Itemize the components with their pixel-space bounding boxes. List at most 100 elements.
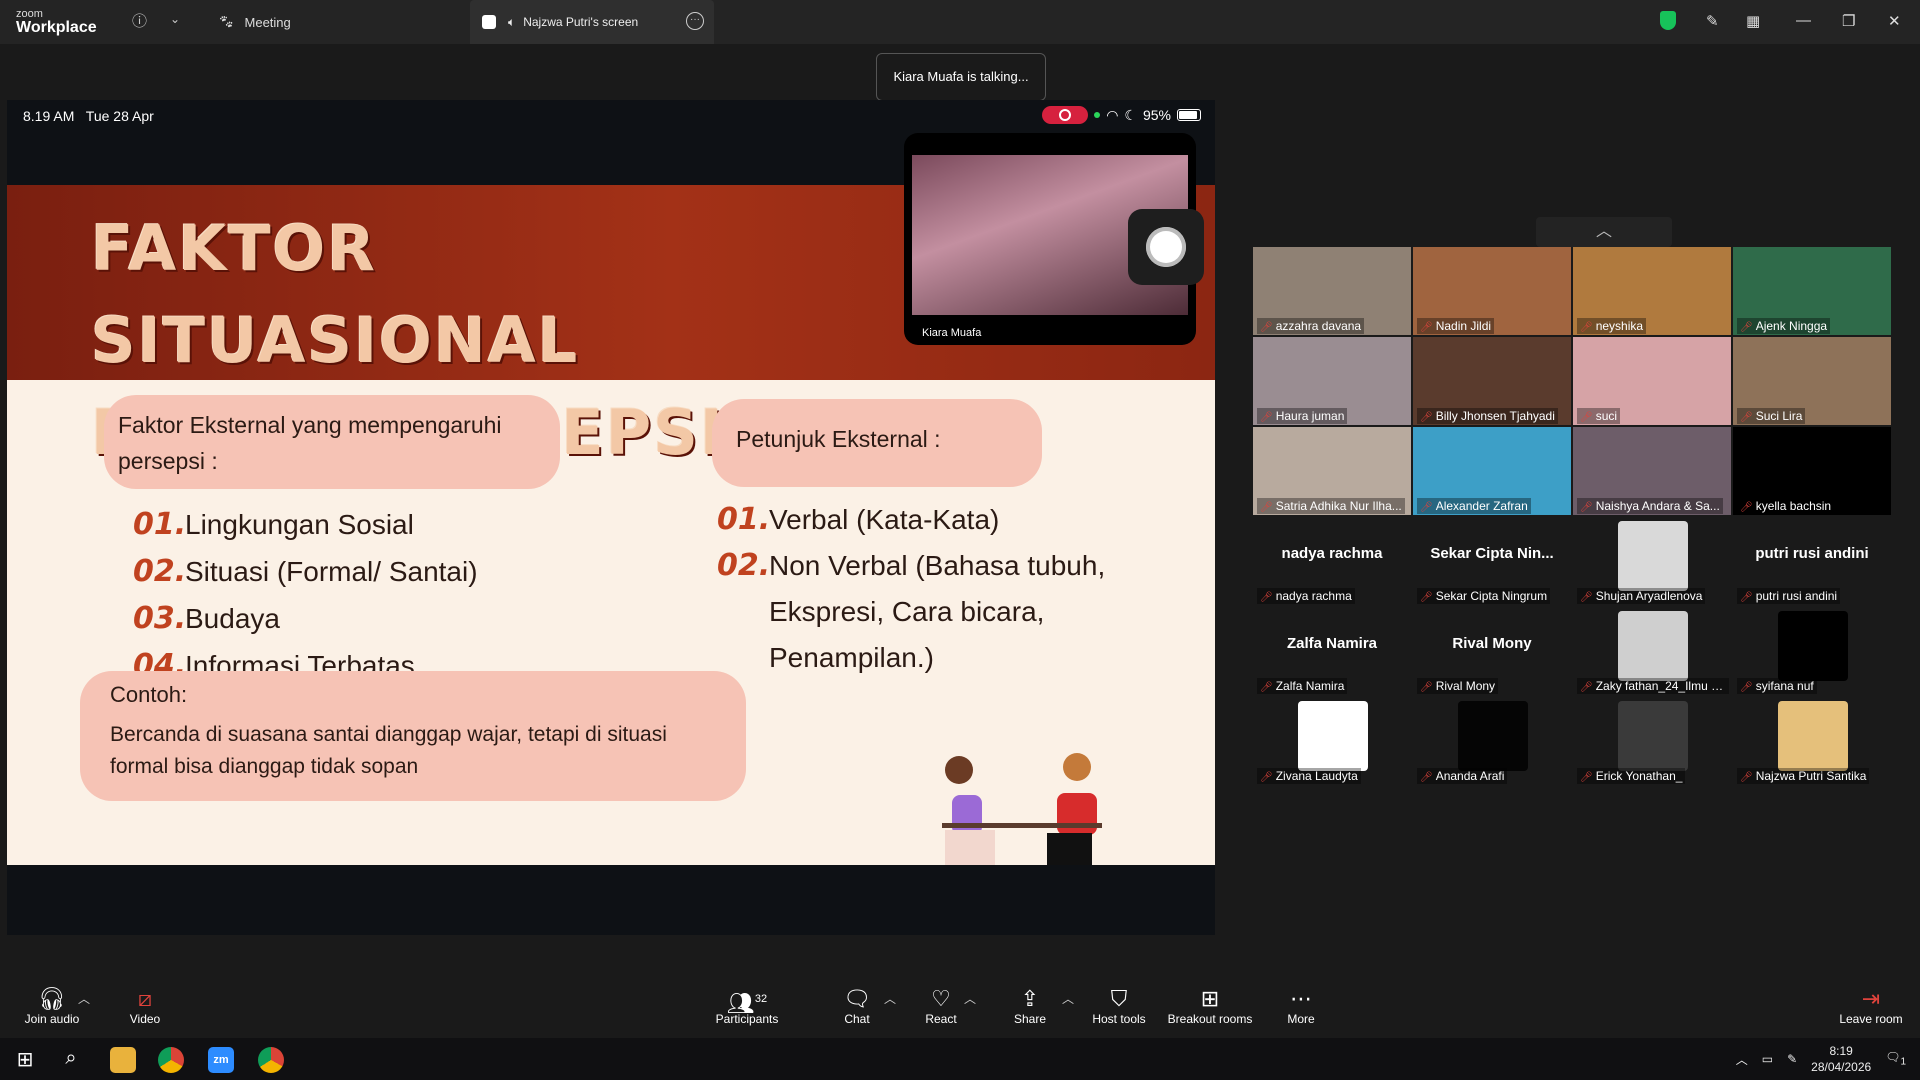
talking-indicator: Kiara Muafa is talking... (876, 53, 1046, 101)
participant-tile[interactable]: nadya rachma nadya rachma (1253, 517, 1411, 605)
participants-button[interactable]: 👥︎32 Participants (714, 986, 780, 1026)
taskbar-clock[interactable]: 8:19 28/04/2026 (1811, 1043, 1871, 1075)
chrome-profile-icon[interactable] (258, 1047, 284, 1073)
participant-name-label: Ananda Arafi (1417, 768, 1508, 784)
meeting-toolbar: 🎧︎ Join audio ︿ ⧄ Video 👥︎32 Participant… (0, 980, 1920, 1038)
video-button[interactable]: ⧄ Video (120, 986, 170, 1026)
participant-tile[interactable]: Satria Adhika Nur Ilha... (1253, 427, 1411, 515)
right-list: 01. Verbal (Kata-Kata) 02. Non Verbal (Bah… (717, 497, 1207, 681)
list-text: Situasi (Formal/ Santai) (185, 556, 478, 587)
breakout-rooms-button[interactable]: ⊞ Breakout rooms (1164, 986, 1256, 1026)
participant-tile[interactable]: Haura juman (1253, 337, 1411, 425)
more-icon: ⋯ (1290, 986, 1312, 1011)
participant-avatar (1778, 701, 1848, 771)
maximize-icon[interactable]: ❐ (1842, 12, 1855, 30)
participant-tile[interactable]: putri rusi andini putri rusi andini (1733, 517, 1891, 605)
chat-options-caret-icon[interactable]: ︿ (884, 990, 896, 1007)
pen-icon[interactable]: ✎ (1787, 1052, 1797, 1066)
participant-name-label: putri rusi andini (1737, 588, 1841, 604)
react-button[interactable]: ♡ React (922, 986, 960, 1026)
chevron-down-icon[interactable]: ⌄ (170, 12, 180, 26)
participant-tile[interactable]: Zivana Laudyta (1253, 697, 1411, 785)
join-audio-button[interactable]: 🎧︎ Join audio (22, 986, 82, 1026)
logo-bottom-text: Workplace (16, 19, 97, 36)
left-list: 01. Lingkungan Sosial 02. Situasi (Formal/… (133, 507, 633, 695)
tab-meeting[interactable]: 🐾︎ Meeting (218, 0, 291, 44)
chat-button[interactable]: 🗨︎ Chat (840, 986, 874, 1026)
participant-tile[interactable]: Rival Mony Rival Mony (1413, 607, 1571, 695)
notification-count: 1 (1900, 1056, 1906, 1068)
network-icon[interactable]: ▭ (1762, 1052, 1773, 1066)
moon-icon: ☾ (1124, 106, 1137, 123)
participant-display-name: Zalfa Namira (1286, 635, 1378, 652)
annotate-icon[interactable]: ✎ (1706, 12, 1719, 30)
more-button[interactable]: ⋯ More (1286, 986, 1316, 1026)
collapse-gallery-button[interactable]: ︿ (1536, 217, 1672, 247)
participant-tile[interactable]: Suci Lira (1733, 337, 1891, 425)
participant-tile[interactable]: Najzwa Putri Santika (1733, 697, 1891, 785)
camera-capture-button[interactable] (1128, 209, 1204, 285)
chrome-icon[interactable] (158, 1047, 184, 1073)
participant-tile[interactable]: Billy Jhonsen Tjahyadi (1413, 337, 1571, 425)
breakout-rooms-icon: ⊞ (1200, 986, 1220, 1011)
chat-icon: 🗨︎ (843, 986, 871, 1011)
more-options-icon[interactable]: ··· (686, 12, 704, 30)
search-icon[interactable]: ⌕ (58, 1047, 84, 1073)
participant-tile[interactable]: Nadin Jildi (1413, 247, 1571, 335)
participant-tile[interactable]: Naishya Andara & Sa... (1573, 427, 1731, 515)
list-number: 01. (133, 507, 187, 542)
list-number: 03. (133, 601, 187, 636)
participant-tile[interactable]: Erick Yonathan_ (1573, 697, 1731, 785)
participant-tile[interactable]: Shujan Aryadlenova (1573, 517, 1731, 605)
notification-icon[interactable]: 🗨︎1 (1885, 1050, 1906, 1067)
pill-external-cues-text: Petunjuk Eksternal : (736, 426, 941, 452)
taskbar-date: 28/04/2026 (1811, 1060, 1872, 1074)
tray-expand-icon[interactable]: ︿ (1736, 1051, 1748, 1068)
participant-tile[interactable]: syifana nuf (1733, 607, 1891, 695)
participant-name-label: Billy Jhonsen Tjahyadi (1417, 408, 1558, 424)
participant-name-label: Suci Lira (1737, 408, 1806, 424)
list-text: Lingkungan Sosial (185, 509, 414, 540)
participant-tile[interactable]: Ajenk Ningga (1733, 247, 1891, 335)
close-icon[interactable]: ✕ (1888, 12, 1901, 30)
video-label: Video (129, 1012, 161, 1026)
zoom-app-icon[interactable]: zm (208, 1047, 234, 1073)
participant-tile[interactable]: kyella bachsin (1733, 427, 1891, 515)
security-shield-icon[interactable] (1660, 11, 1676, 30)
screen-record-icon (1042, 106, 1089, 124)
react-options-caret-icon[interactable]: ︿ (964, 990, 976, 1007)
info-icon[interactable]: ⓘ (132, 10, 147, 31)
device-status-icons: ◠ ☾ 95% (1042, 106, 1201, 124)
video-off-icon: ⧄ (138, 986, 152, 1011)
share-button[interactable]: ⇪ Share (1012, 986, 1048, 1026)
audio-options-caret-icon[interactable]: ︿ (78, 990, 90, 1007)
participant-avatar (1298, 701, 1368, 771)
participant-tile[interactable]: suci (1573, 337, 1731, 425)
leave-room-button[interactable]: ⇥ Leave room (1838, 986, 1904, 1026)
participant-avatar (1458, 701, 1528, 771)
minimize-icon[interactable]: — (1796, 12, 1811, 29)
tab-shared-screen[interactable]: 🔈︎ Najzwa Putri's screen ··· (470, 0, 714, 44)
participant-name-label: neyshika (1577, 318, 1647, 334)
participant-name-label: syifana nuf (1737, 678, 1817, 694)
share-options-caret-icon[interactable]: ︿ (1062, 990, 1074, 1007)
participant-name-label: Sekar Cipta Ningrum (1417, 588, 1551, 604)
participant-tile[interactable]: neyshika (1573, 247, 1731, 335)
participant-tile[interactable]: Ananda Arafi (1413, 697, 1571, 785)
windows-start-icon[interactable]: ⊞ (12, 1047, 38, 1073)
screen-icon (482, 15, 496, 29)
participant-name-label: Ajenk Ningga (1737, 318, 1831, 334)
participant-tile[interactable]: Sekar Cipta Nin... Sekar Cipta Ningrum (1413, 517, 1571, 605)
participant-avatar (1618, 701, 1688, 771)
file-explorer-icon[interactable] (110, 1047, 136, 1073)
participants-icon: 👥︎32 (726, 990, 768, 1016)
participant-tile[interactable]: azzahra davana (1253, 247, 1411, 335)
example-box: Contoh: Bercanda di suasana santai diang… (80, 671, 746, 801)
participant-tile[interactable]: Zalfa Namira Zalfa Namira (1253, 607, 1411, 695)
battery-icon (1177, 109, 1201, 121)
participant-tile[interactable]: Zaky fathan_24_Ilmu K... (1573, 607, 1731, 695)
host-tools-button[interactable]: ⛉ Host tools (1088, 986, 1150, 1026)
system-tray: ︿ ▭ ✎ 8:19 28/04/2026 🗨︎1 (1736, 1038, 1920, 1080)
view-layout-icon[interactable]: ▦ (1746, 12, 1760, 30)
participant-tile[interactable]: Alexander Zafran (1413, 427, 1571, 515)
